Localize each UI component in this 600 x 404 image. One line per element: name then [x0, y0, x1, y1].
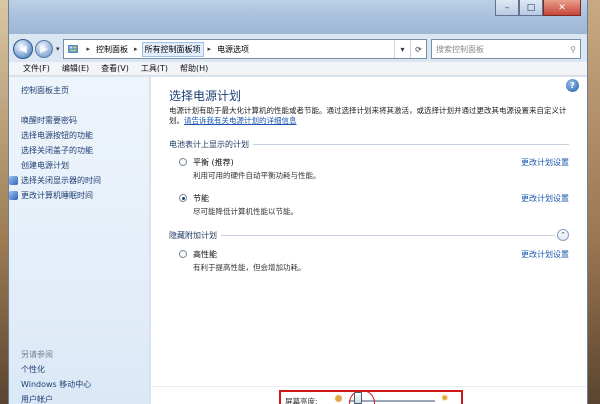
- close-button[interactable]: ✕: [543, 0, 581, 16]
- collapse-chevron-icon[interactable]: ⌃: [557, 229, 569, 241]
- sidebar-item-wake-password[interactable]: 唤醒时需要密码: [21, 113, 149, 128]
- desktop-background-right: [586, 0, 600, 404]
- plan-power-saver[interactable]: 节能 尽可能降低计算机性能以节能。 更改计划设置: [169, 193, 569, 221]
- sidebar-item-sleep-time[interactable]: 更改计算机睡眠时间: [9, 188, 149, 203]
- plan-description: 尽可能降低计算机性能以节能。: [193, 207, 298, 216]
- see-also-personalization[interactable]: 个性化: [21, 364, 45, 375]
- breadcrumb-item[interactable]: 电源选项: [215, 44, 251, 55]
- brightness-label: 屏幕亮度:: [285, 397, 318, 404]
- window-controls: – □ ✕: [495, 0, 581, 16]
- refresh-icon[interactable]: ⟳: [410, 40, 426, 58]
- navigation-bar: ◀ ▶ ▾ ▸ 控制面板 ▸ 所有控制面板项 ▸ 电源选项 ▾ ⟳ 搜索控制面板…: [13, 38, 581, 60]
- sidebar-item-label: 选择电源按钮的功能: [21, 131, 93, 140]
- divider: [221, 234, 555, 236]
- menu-file[interactable]: 文件(F): [23, 63, 50, 74]
- search-box[interactable]: 搜索控制面板 ⚲: [431, 39, 581, 59]
- address-dropdown-icon[interactable]: ▾: [394, 40, 410, 58]
- minimize-button[interactable]: –: [495, 0, 519, 16]
- page-description: 电源计划有助于最大化计算机的性能或者节能。通过选择计划来将其激活，或选择计划并通…: [169, 106, 569, 126]
- menu-bar: 文件(F) 编辑(E) 查看(V) 工具(T) 帮助(H): [9, 62, 587, 76]
- sidebar-item-lid-close[interactable]: 选择关闭盖子的功能: [21, 143, 149, 158]
- plan-radio[interactable]: [179, 158, 187, 166]
- breadcrumb: ▸ 控制面板 ▸ 所有控制面板项 ▸ 电源选项: [83, 41, 252, 57]
- sidebar-item-power-button[interactable]: 选择电源按钮的功能: [21, 128, 149, 143]
- shield-icon: [9, 191, 18, 200]
- breadcrumb-item[interactable]: 所有控制面板项: [141, 41, 204, 57]
- group-hidden-additional-plans: 隐藏附加计划 ⌃: [169, 229, 569, 241]
- menu-tools[interactable]: 工具(T): [141, 63, 168, 74]
- shield-icon: [9, 176, 18, 185]
- group-label: 隐藏附加计划: [169, 230, 217, 240]
- sidebar: 控制面板主页 唤醒时需要密码 选择电源按钮的功能 选择关闭盖子的功能 创建电源计…: [9, 77, 150, 404]
- divider: [253, 143, 569, 145]
- plan-name: 节能: [193, 194, 209, 203]
- sidebar-item-label: 唤醒时需要密码: [21, 116, 77, 125]
- maximize-button[interactable]: □: [519, 0, 543, 16]
- menu-help[interactable]: 帮助(H): [180, 63, 208, 74]
- sidebar-item-label: 选择关闭显示器的时间: [21, 176, 101, 185]
- search-input[interactable]: 搜索控制面板: [436, 44, 570, 55]
- plan-description: 利用可用的硬件自动平衡功耗与性能。: [193, 171, 321, 180]
- control-panel-window: – □ ✕ ◀ ▶ ▾ ▸ 控制面板 ▸ 所有控制面板项 ▸ 电源选项 ▾ ⟳ …: [8, 0, 588, 404]
- plan-name: 平衡 (推荐): [193, 158, 234, 167]
- brightness-slider-thumb[interactable]: [353, 392, 362, 404]
- change-plan-settings-link[interactable]: 更改计划设置: [521, 249, 569, 260]
- plan-description: 有利于提高性能，但会增加功耗。: [193, 263, 306, 272]
- group-battery-meter-plans: 电池表计上显示的计划: [169, 138, 569, 150]
- bright-sun-icon: ✹: [441, 394, 449, 404]
- address-bar-actions: ▾ ⟳: [394, 40, 426, 58]
- sidebar-item-create-plan[interactable]: 创建电源计划: [21, 158, 149, 173]
- help-icon[interactable]: ?: [566, 79, 579, 92]
- see-also-user-accounts[interactable]: 用户帐户: [21, 394, 53, 404]
- menu-edit[interactable]: 编辑(E): [62, 63, 89, 74]
- plan-radio[interactable]: [179, 250, 187, 258]
- main-content: ? 选择电源计划 电源计划有助于最大化计算机的性能或者节能。通过选择计划来将其激…: [151, 77, 587, 404]
- forward-arrow-icon[interactable]: ▶: [35, 40, 53, 58]
- address-bar[interactable]: ▸ 控制面板 ▸ 所有控制面板项 ▸ 电源选项 ▾ ⟳: [62, 39, 427, 59]
- see-also-mobility-center[interactable]: Windows 移动中心: [21, 379, 91, 390]
- breadcrumb-separator-icon: ▸: [86, 45, 91, 53]
- sidebar-item-display-off[interactable]: 选择关闭显示器的时间: [9, 173, 149, 188]
- power-plan-info-link[interactable]: 请告诉我有关电源计划的详细信息: [184, 116, 297, 125]
- breadcrumb-separator-icon: ▸: [207, 45, 212, 53]
- back-arrow-icon[interactable]: ◀: [13, 39, 33, 59]
- group-label: 电池表计上显示的计划: [169, 139, 249, 149]
- sidebar-home-link[interactable]: 控制面板主页: [21, 85, 149, 96]
- plan-name: 高性能: [193, 250, 217, 259]
- plan-balanced[interactable]: 平衡 (推荐) 利用可用的硬件自动平衡功耗与性能。 更改计划设置: [169, 157, 569, 185]
- sidebar-item-label: 创建电源计划: [21, 161, 69, 170]
- change-plan-settings-link[interactable]: 更改计划设置: [521, 193, 569, 204]
- control-panel-icon: [67, 45, 78, 53]
- plan-radio[interactable]: [179, 194, 187, 202]
- sidebar-item-label: 选择关闭盖子的功能: [21, 146, 93, 155]
- sidebar-item-label: 更改计算机睡眠时间: [21, 191, 93, 200]
- change-plan-settings-link[interactable]: 更改计划设置: [521, 157, 569, 168]
- title-bar: – □ ✕: [9, 0, 587, 34]
- dim-sun-icon: [335, 395, 342, 402]
- recent-pages-dropdown-icon[interactable]: ▾: [56, 45, 60, 53]
- menu-view[interactable]: 查看(V): [101, 63, 129, 74]
- see-also-heading: 另请参阅: [21, 350, 53, 359]
- breadcrumb-item[interactable]: 控制面板: [94, 44, 130, 55]
- page-title: 选择电源计划: [169, 89, 242, 103]
- breadcrumb-separator-icon: ▸: [134, 45, 138, 53]
- plan-high-performance[interactable]: 高性能 有利于提高性能，但会增加功耗。 更改计划设置: [169, 249, 569, 277]
- search-icon[interactable]: ⚲: [570, 45, 576, 54]
